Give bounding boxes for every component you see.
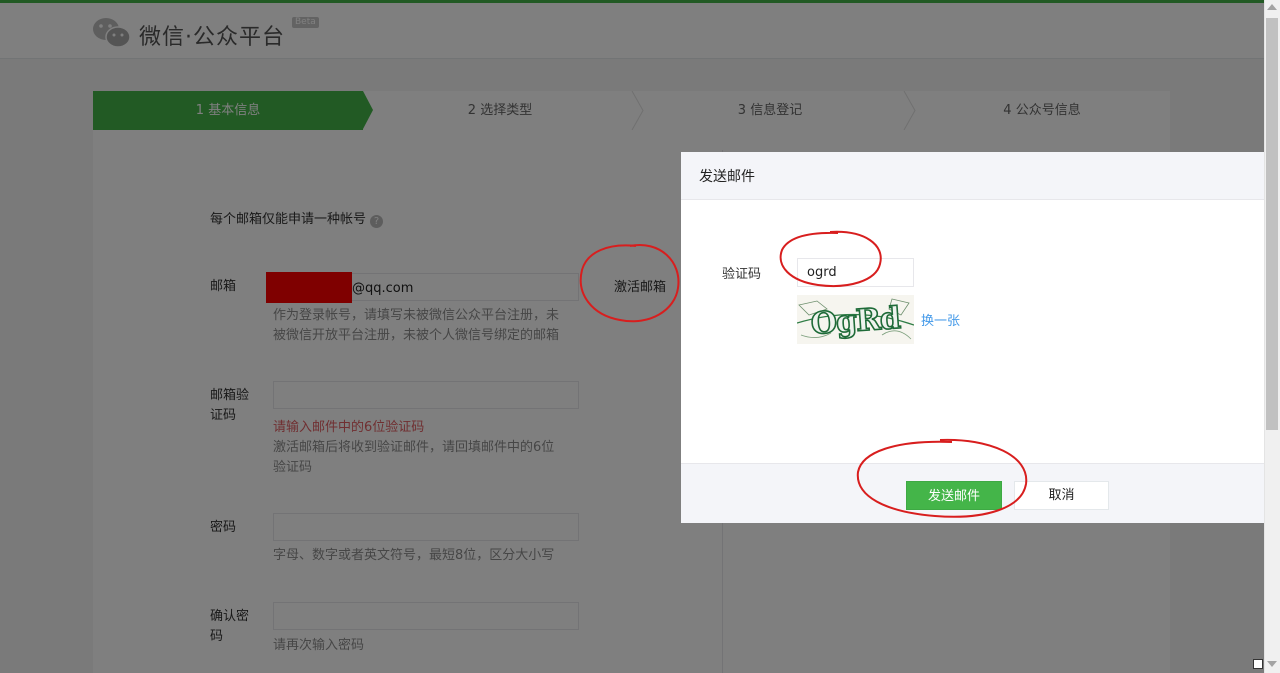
refresh-captcha-link[interactable]: 换一张 bbox=[921, 310, 960, 329]
scroll-down-arrow-icon[interactable] bbox=[1267, 661, 1277, 667]
send-email-button[interactable]: 发送邮件 bbox=[906, 481, 1002, 510]
captcha-image-text: OgRd bbox=[810, 301, 902, 342]
cancel-button[interactable]: 取消 bbox=[1014, 481, 1109, 510]
window-corner-icon bbox=[1253, 659, 1263, 669]
dialog-title: 发送邮件 bbox=[699, 169, 755, 185]
scroll-up-arrow-icon[interactable] bbox=[1267, 4, 1277, 10]
dialog-footer: 发送邮件 取消 bbox=[681, 463, 1264, 523]
dialog-header: 发送邮件 bbox=[681, 152, 1264, 200]
captcha-label: 验证码 bbox=[722, 267, 762, 282]
captcha-image-graphic: OgRd bbox=[797, 298, 914, 343]
scrollbar-thumb[interactable] bbox=[1266, 18, 1278, 430]
captcha-input[interactable]: ogrd bbox=[797, 258, 914, 287]
send-email-dialog: 发送邮件 验证码 ogrd OgRd 换一张 发送邮件 取消 bbox=[681, 152, 1264, 523]
captcha-image: OgRd bbox=[797, 295, 914, 344]
